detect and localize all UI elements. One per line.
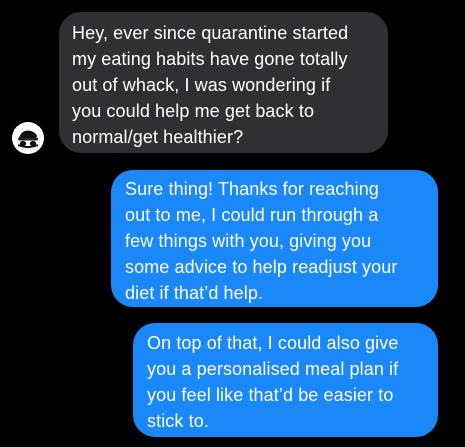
incoming-message-bubble[interactable]: Hey, ever since quarantine started my ea… [59,12,388,153]
avatar-silhouette-icon [17,130,39,148]
profile-avatar-icon[interactable] [12,122,44,154]
outgoing-message-bubble[interactable]: Sure thing! Thanks for reaching out to m… [111,170,438,307]
outgoing-message-bubble[interactable]: On top of that, I could also give you a … [133,323,438,437]
